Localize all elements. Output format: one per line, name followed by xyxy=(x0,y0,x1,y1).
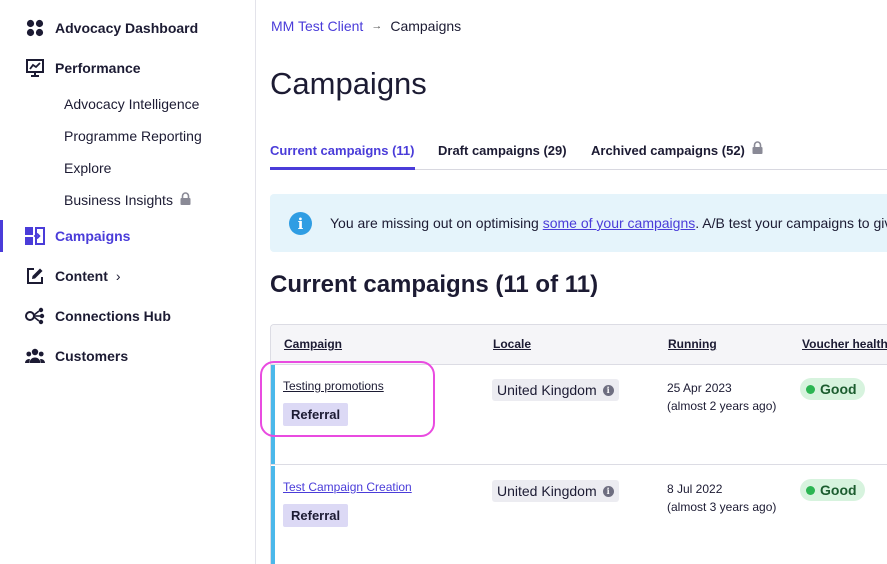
campaigns-table: Campaign Locale Running Voucher health T… xyxy=(270,324,887,564)
running-since: 8 Jul 2022 (almost 3 years ago) xyxy=(667,482,777,514)
sidebar-subitem-advocacy-intelligence[interactable]: Advocacy Intelligence xyxy=(64,92,199,116)
table-row: Test Campaign Creation Referral United K… xyxy=(271,466,887,564)
locale-badge: United Kingdom i xyxy=(492,379,619,401)
campaign-link[interactable]: Testing promotions xyxy=(283,379,384,393)
sidebar-item-label: Customers xyxy=(55,348,129,364)
column-header-voucher-health[interactable]: Voucher health xyxy=(802,337,887,351)
breadcrumb: MM Test Client → Campaigns xyxy=(271,18,461,34)
lock-icon xyxy=(752,141,763,157)
sidebar-item-label: Connections Hub xyxy=(55,308,171,324)
section-title: Current campaigns (11 of 11) xyxy=(270,271,599,298)
sidebar-item-label: Advocacy Dashboard xyxy=(55,20,199,36)
banner-text: You are missing out on optimising some o… xyxy=(330,215,887,231)
some-campaigns-link[interactable]: some of your campaigns xyxy=(543,215,696,231)
tab-current-campaigns[interactable]: Current campaigns (11) xyxy=(270,136,415,170)
sidebar-subitem-business-insights[interactable]: Business Insights xyxy=(64,188,191,212)
column-header-campaign[interactable]: Campaign xyxy=(284,337,342,351)
campaign-link[interactable]: Test Campaign Creation xyxy=(283,480,412,494)
sidebar-item-label: Campaigns xyxy=(55,228,131,244)
tab-draft-campaigns[interactable]: Draft campaigns (29) xyxy=(438,136,567,170)
optimisation-banner: i You are missing out on optimising some… xyxy=(270,194,887,252)
connections-icon xyxy=(25,306,45,326)
sidebar-item-customers[interactable]: Customers xyxy=(0,340,255,372)
performance-chart-icon xyxy=(25,58,45,78)
campaign-type-badge: Referral xyxy=(283,403,349,426)
tab-label: Archived campaigns (52) xyxy=(591,143,745,158)
campaign-tabs: Current campaigns (11) Draft campaigns (… xyxy=(270,136,887,170)
breadcrumb-parent-link[interactable]: MM Test Client xyxy=(271,18,363,34)
table-header: Campaign Locale Running Voucher health xyxy=(271,325,887,365)
info-icon[interactable]: i xyxy=(602,384,614,396)
running-since: 25 Apr 2023 (almost 2 years ago) xyxy=(667,381,777,413)
voucher-health-badge: Good xyxy=(800,479,865,501)
sidebar-subitem-explore[interactable]: Explore xyxy=(64,156,111,180)
arrow-right-icon: → xyxy=(371,20,383,32)
column-header-locale[interactable]: Locale xyxy=(493,337,531,351)
status-dot-icon xyxy=(806,384,815,394)
locale-badge: United Kingdom i xyxy=(492,480,619,502)
sidebar-item-label: Performance xyxy=(55,60,141,76)
sidebar-subitem-label: Business Insights xyxy=(64,192,173,208)
main-content: MM Test Client → Campaigns Campaigns Cur… xyxy=(256,0,887,564)
sidebar-item-content[interactable]: Content › xyxy=(0,260,255,292)
sidebar-item-label: Content › xyxy=(55,268,121,284)
sidebar: Advocacy Dashboard Performance Advocacy … xyxy=(0,0,256,564)
status-dot-icon xyxy=(806,485,815,495)
info-icon[interactable]: i xyxy=(602,485,614,497)
edit-pencil-icon xyxy=(25,266,45,286)
campaign-type-badge: Referral xyxy=(283,504,349,527)
campaigns-icon xyxy=(25,226,45,246)
tab-archived-campaigns[interactable]: Archived campaigns (52) xyxy=(591,136,763,170)
sidebar-item-performance[interactable]: Performance xyxy=(0,52,255,84)
breadcrumb-current: Campaigns xyxy=(390,18,462,34)
table-row: Testing promotions Referral United Kingd… xyxy=(271,365,887,465)
sidebar-subitem-programme-reporting[interactable]: Programme Reporting xyxy=(64,124,202,148)
chevron-right-icon: › xyxy=(115,268,121,284)
info-icon: i xyxy=(289,212,312,235)
lock-icon xyxy=(180,192,191,208)
customers-group-icon xyxy=(25,346,45,366)
page-title: Campaigns xyxy=(270,66,427,101)
dashboard-grid-icon xyxy=(25,18,45,38)
sidebar-item-advocacy-dashboard[interactable]: Advocacy Dashboard xyxy=(0,12,255,44)
column-header-running[interactable]: Running xyxy=(668,337,717,351)
sidebar-item-campaigns[interactable]: Campaigns xyxy=(0,220,255,252)
voucher-health-badge: Good xyxy=(800,378,865,400)
sidebar-item-connections-hub[interactable]: Connections Hub xyxy=(0,300,255,332)
